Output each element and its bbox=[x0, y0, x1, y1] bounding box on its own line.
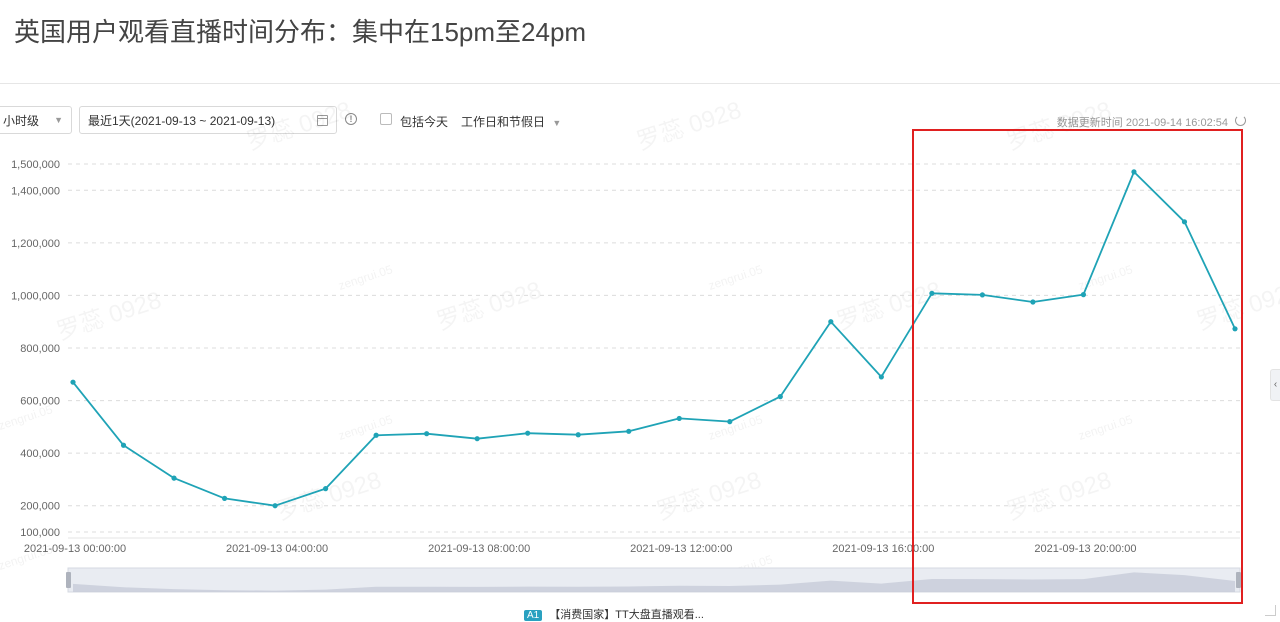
data-point bbox=[474, 436, 480, 442]
y-tick-label: 1,500,000 bbox=[11, 159, 60, 171]
watermark-text: 罗蕊 0928 bbox=[434, 277, 545, 336]
data-point bbox=[626, 428, 632, 434]
x-tick-label: 2021-09-13 12:00:00 bbox=[630, 543, 732, 555]
zoom-handle-left bbox=[66, 572, 71, 588]
data-point bbox=[323, 486, 329, 492]
data-point bbox=[575, 432, 581, 438]
data-point bbox=[70, 379, 76, 385]
y-tick-label: 1,200,000 bbox=[11, 238, 60, 250]
watermark-text: zengrui.05 bbox=[337, 412, 395, 443]
side-panel-toggle[interactable]: ‹ bbox=[1270, 369, 1280, 401]
data-point bbox=[878, 374, 884, 380]
data-point bbox=[727, 419, 733, 425]
x-tick-label: 2021-09-13 00:00:00 bbox=[24, 543, 126, 555]
data-point bbox=[221, 495, 228, 501]
y-tick-label: 200,000 bbox=[20, 501, 60, 513]
data-point bbox=[424, 431, 430, 437]
x-tick-label: 2021-09-13 08:00:00 bbox=[428, 543, 530, 555]
data-point bbox=[676, 415, 682, 422]
data-point bbox=[525, 430, 531, 436]
watermark-text: 罗蕊 0928 bbox=[274, 467, 385, 526]
data-point bbox=[777, 394, 783, 400]
x-tick-label: 2021-09-13 04:00:00 bbox=[226, 543, 328, 555]
data-point bbox=[828, 319, 834, 325]
y-tick-label: 600,000 bbox=[20, 396, 60, 408]
y-tick-label: 1,400,000 bbox=[11, 185, 60, 197]
watermark-text: zengrui.05 bbox=[337, 262, 395, 293]
data-point bbox=[171, 475, 177, 481]
footer-badge: A1 bbox=[524, 610, 543, 621]
highlight-box bbox=[912, 129, 1243, 604]
resize-handle[interactable] bbox=[1265, 605, 1276, 616]
y-tick-label: 800,000 bbox=[20, 343, 60, 355]
watermark-text: 罗蕊 0928 bbox=[634, 97, 745, 156]
data-point bbox=[272, 503, 278, 509]
y-tick-label: 1,000,000 bbox=[11, 290, 60, 302]
watermark-text: 罗蕊 0928 bbox=[244, 97, 355, 156]
watermark-text: zengrui.05 bbox=[707, 412, 765, 443]
footer-label: 【消费国家】TT大盘直播观看... bbox=[549, 609, 704, 621]
footer-chart-tag[interactable]: A1 【消费国家】TT大盘直播观看... bbox=[524, 606, 704, 622]
data-point bbox=[373, 432, 379, 438]
y-tick-label: 400,000 bbox=[20, 448, 60, 460]
watermark-text: zengrui.05 bbox=[707, 262, 765, 293]
y-tick-label: 100,000 bbox=[20, 527, 60, 539]
data-point bbox=[120, 442, 127, 448]
watermark-text: 罗蕊 0928 bbox=[654, 467, 765, 526]
